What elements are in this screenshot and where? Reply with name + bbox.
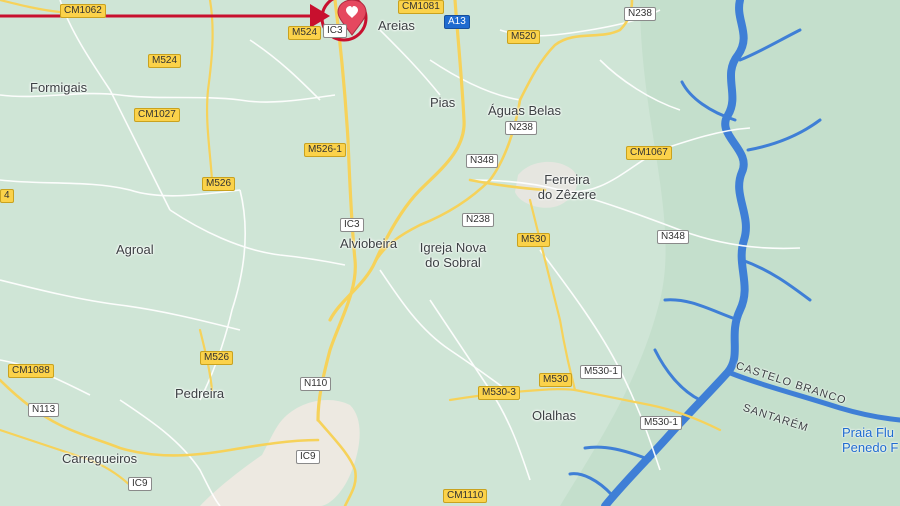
road-shield: M530-1 bbox=[580, 365, 622, 379]
road-shield: CM1062 bbox=[60, 4, 106, 18]
road-shield: IC3 bbox=[323, 24, 347, 38]
place-label-line: Praia Flu bbox=[842, 425, 895, 440]
road-shield: IC9 bbox=[128, 477, 152, 491]
place-label: Igreja Nova do Sobral bbox=[415, 240, 491, 270]
road-shield: M520 bbox=[507, 30, 541, 44]
road-shield: CM1110 bbox=[443, 489, 488, 503]
place-label-line: Ferreira bbox=[544, 172, 590, 187]
road-shield: M524 bbox=[148, 54, 182, 68]
road-shield: N113 bbox=[28, 403, 60, 417]
road-shield: CM1027 bbox=[134, 108, 180, 122]
place-label-line: do Zêzere bbox=[537, 187, 597, 202]
road-shield: N348 bbox=[657, 230, 689, 244]
place-label: Ferreira do Zêzere bbox=[532, 172, 602, 202]
place-label: Alviobeira bbox=[340, 236, 398, 251]
road-shield: M530 bbox=[517, 233, 551, 247]
place-label: Pedreira bbox=[175, 386, 225, 401]
road-shield: IC9 bbox=[296, 450, 320, 464]
place-label: Carregueiros bbox=[62, 451, 138, 466]
road-shield: 4 bbox=[0, 189, 14, 203]
road-shield: CM1067 bbox=[626, 146, 672, 160]
place-label: Águas Belas bbox=[488, 103, 561, 118]
road-shield: CM1088 bbox=[8, 364, 54, 378]
road-shield: M530-1 bbox=[640, 416, 682, 430]
place-label-line: Penedo F bbox=[842, 440, 899, 455]
road-shield: N238 bbox=[505, 121, 537, 135]
place-label: Areias bbox=[378, 18, 415, 33]
road-shield: N238 bbox=[462, 213, 494, 227]
place-label: Olalhas bbox=[532, 408, 577, 423]
road-shield: CM1081 bbox=[398, 0, 444, 14]
place-label: Pias bbox=[430, 95, 456, 110]
place-label: Formigais bbox=[30, 80, 88, 95]
road-shield: M524 bbox=[288, 26, 322, 40]
place-label: Agroal bbox=[116, 242, 154, 257]
road-shield: M530-3 bbox=[478, 386, 520, 400]
road-shield: N238 bbox=[624, 7, 656, 21]
road-shield: M526-1 bbox=[304, 143, 346, 157]
map-view[interactable]: Formigais Areias Pias Águas Belas Ferrei… bbox=[0, 0, 900, 506]
road-shield: M526 bbox=[202, 177, 236, 191]
place-label-line: do Sobral bbox=[425, 255, 481, 270]
road-shield: IC3 bbox=[340, 218, 364, 232]
road-shield: A13 bbox=[444, 15, 470, 29]
road-shield: N110 bbox=[300, 377, 332, 391]
road-shield: M530 bbox=[539, 373, 573, 387]
road-shield: N348 bbox=[466, 154, 498, 168]
place-label: Praia Flu Penedo F bbox=[842, 425, 898, 455]
place-label-line: Igreja Nova bbox=[419, 240, 487, 255]
road-shield: M526 bbox=[200, 351, 234, 365]
